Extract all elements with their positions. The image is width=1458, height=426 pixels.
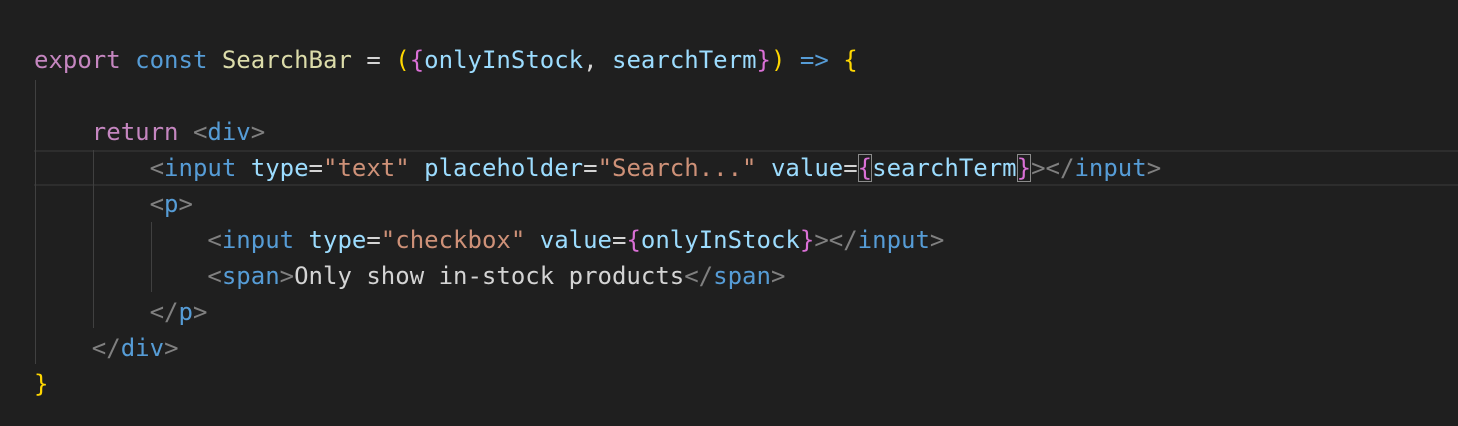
identifier-token: value: [539, 226, 612, 254]
code-line[interactable]: </div>: [34, 330, 179, 366]
punctuation-token: >: [178, 190, 193, 218]
string-token: "checkbox": [380, 226, 526, 254]
string-token: "Search...": [597, 154, 757, 182]
punctuation-token: >: [279, 262, 295, 290]
punctuation-token: </: [149, 298, 179, 326]
code-line[interactable]: </p>: [34, 294, 208, 330]
code-line[interactable]: <input type="checkbox" value={onlyInStoc…: [34, 222, 944, 258]
text-token: =: [612, 226, 627, 254]
tag-name-token: input: [857, 226, 930, 254]
bracket-token: ): [770, 46, 786, 74]
punctuation-token: <: [149, 190, 165, 218]
text-token: Only show in-stock products: [294, 262, 685, 290]
bracket-token: {: [626, 226, 641, 254]
punctuation-token: <: [149, 154, 165, 182]
keyword-token: return: [91, 118, 179, 146]
tag-name-token: input: [1074, 154, 1147, 182]
identifier-token: searchTerm: [872, 154, 1017, 182]
punctuation-token: </: [91, 334, 121, 362]
matched-bracket: {: [857, 154, 873, 182]
identifier-token: searchTerm: [612, 46, 757, 74]
bracket-token: (: [395, 46, 410, 74]
punctuation-token: </: [684, 262, 714, 290]
bracket-token: {: [843, 46, 858, 74]
text-token: =: [351, 46, 396, 74]
code-line[interactable]: <span>Only show in-stock products</span>: [34, 258, 785, 294]
identifier-token: value: [770, 154, 844, 182]
punctuation-token: >: [929, 226, 945, 254]
keyword-token: =>: [799, 46, 829, 74]
bracket-token: }: [34, 370, 49, 398]
code-line[interactable]: export const SearchBar = ({onlyInStock, …: [34, 42, 858, 78]
punctuation-token: ></: [1031, 154, 1075, 182]
code-line[interactable]: }: [34, 366, 48, 402]
bracket-token: {: [409, 46, 425, 74]
punctuation-token: >: [770, 262, 786, 290]
identifier-token: type: [308, 226, 367, 254]
identifier-token: onlyInStock: [640, 226, 800, 254]
identifier-token: placeholder: [424, 154, 584, 182]
matched-bracket: }: [1016, 154, 1032, 182]
text-token: =: [366, 226, 381, 254]
text-token: =: [843, 154, 858, 182]
code-line[interactable]: <p>: [34, 186, 193, 222]
punctuation-token: >: [192, 298, 208, 326]
tag-name-token: div: [120, 334, 165, 362]
tag-name-token: span: [713, 262, 771, 290]
bracket-token: }: [799, 226, 815, 254]
string-token: "text": [323, 154, 410, 182]
punctuation-token: <: [192, 118, 208, 146]
tag-name-token: p: [178, 298, 193, 326]
identifier-token: type: [250, 154, 309, 182]
identifier-token: onlyInStock: [424, 46, 584, 74]
code-editor[interactable]: export const SearchBar = ({onlyInStock, …: [0, 0, 1458, 426]
text-token: =: [308, 154, 323, 182]
function-name-token: SearchBar: [221, 46, 352, 74]
tag-name-token: input: [221, 226, 295, 254]
punctuation-token: >: [250, 118, 266, 146]
tag-name-token: span: [221, 262, 280, 290]
keyword-token: const: [135, 46, 208, 74]
tag-name-token: p: [164, 190, 179, 218]
tag-name-token: input: [164, 154, 237, 182]
punctuation-token: >: [164, 334, 179, 362]
punctuation-token: <: [207, 262, 222, 290]
tag-name-token: div: [207, 118, 251, 146]
code-line[interactable]: return <div>: [34, 114, 265, 150]
punctuation-token: >: [1146, 154, 1162, 182]
text-token: ,: [583, 46, 613, 74]
text-token: =: [583, 154, 598, 182]
punctuation-token: ></: [814, 226, 858, 254]
keyword-token: export: [34, 46, 121, 74]
code-line[interactable]: <input type="text" placeholder="Search..…: [34, 150, 1161, 186]
punctuation-token: <: [207, 226, 222, 254]
bracket-token: }: [756, 46, 771, 74]
